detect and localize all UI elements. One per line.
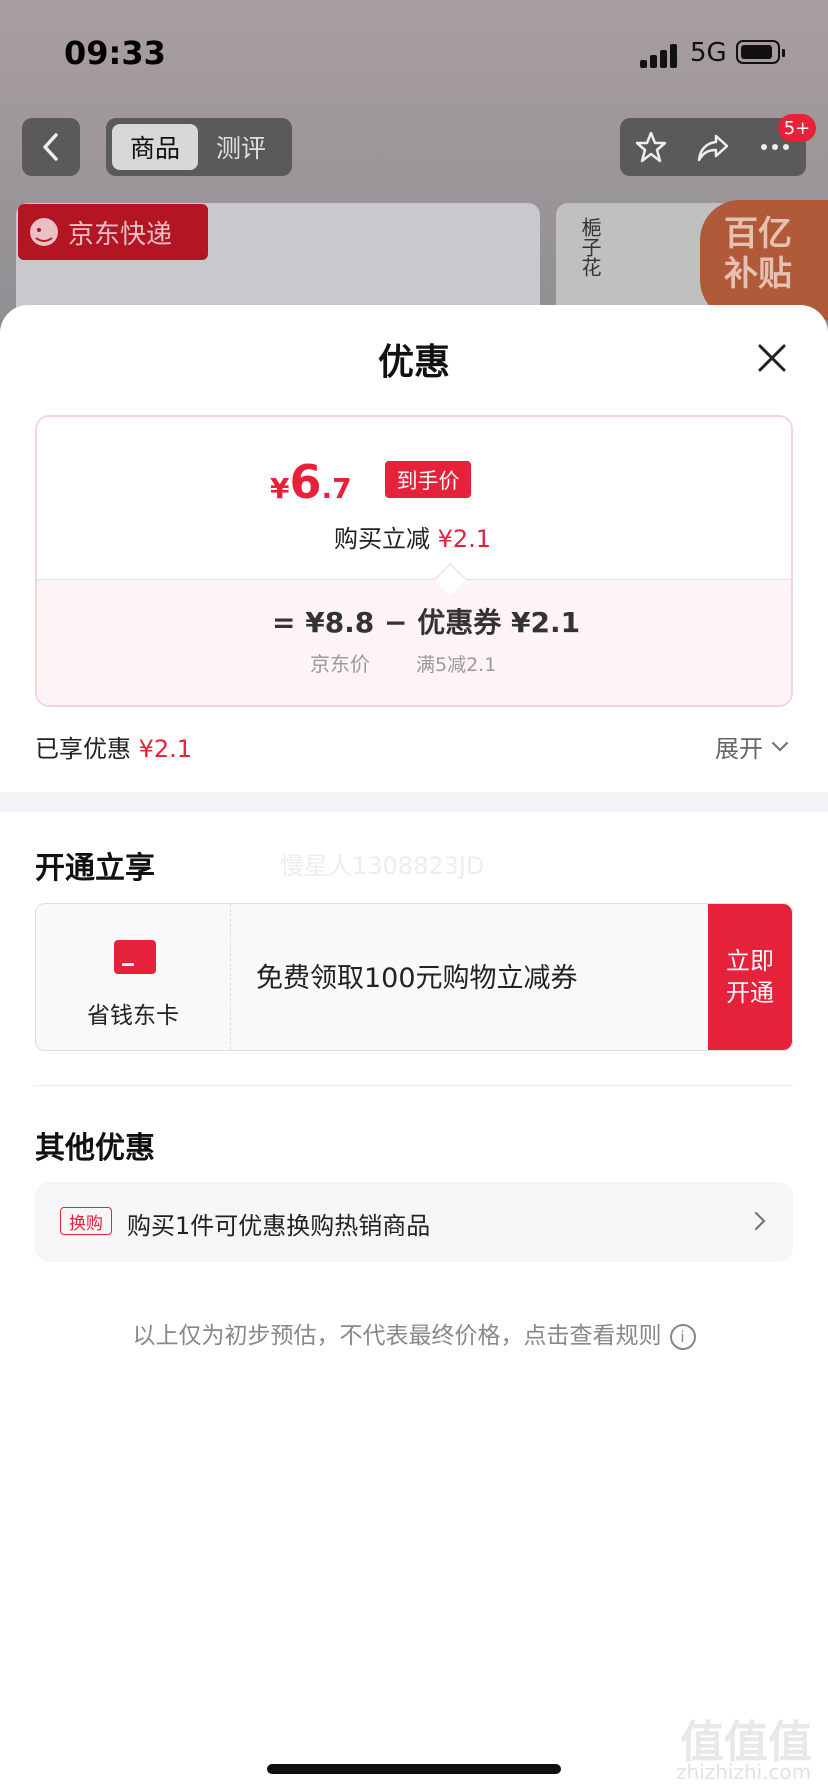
- coupon-rule: 满5减2.1: [416, 654, 497, 676]
- jd-express-label: 京东快递: [68, 219, 173, 250]
- open-now-line2: 开通: [726, 979, 774, 1007]
- tab-review[interactable]: 测评: [198, 124, 284, 170]
- star-icon[interactable]: [634, 130, 668, 164]
- expand-button[interactable]: 展开: [715, 729, 789, 764]
- site-watermark-url: zhizhizhi.com: [676, 1760, 812, 1784]
- jd-express-tag: 京东快递: [18, 204, 208, 260]
- section-divider: [0, 792, 828, 812]
- instant-reduce-label: 购买立减: [334, 525, 430, 553]
- back-icon: [43, 133, 58, 161]
- status-time: 09:33: [64, 34, 166, 72]
- instant-reduce-amount: ¥2.1: [437, 525, 492, 553]
- price-breakdown: [37, 579, 791, 705]
- final-price: ¥6.7: [270, 455, 352, 509]
- share-icon[interactable]: [696, 130, 730, 164]
- chevron-right-icon: [754, 1211, 766, 1231]
- enjoyed-discount: 已享优惠 ¥2.1: [35, 729, 192, 764]
- chevron-down-icon: [771, 741, 789, 752]
- card-icon: [114, 940, 156, 974]
- signal-icon: [640, 44, 680, 68]
- subsidy-line1: 百亿: [724, 214, 792, 254]
- final-price-tag: 到手价: [385, 461, 471, 498]
- network-label: 5G: [690, 38, 727, 68]
- jd-dog-icon: [30, 218, 58, 246]
- status-bar: 09:33 5G: [0, 0, 828, 100]
- back-button[interactable]: [22, 118, 80, 176]
- membership-name: 省钱东卡: [87, 1003, 179, 1029]
- membership-desc: 免费领取100元购物立减券: [256, 963, 578, 994]
- subsidy-line2: 补贴: [724, 254, 792, 294]
- other-section-title: 其他优惠: [35, 1131, 155, 1166]
- home-indicator: [267, 1764, 561, 1774]
- expand-label: 展开: [715, 735, 763, 763]
- price-integer: 6: [289, 455, 322, 509]
- exchange-offer-row[interactable]: 换购 购买1件可优惠换购热销商品: [35, 1182, 793, 1262]
- sheet-title: 优惠: [377, 342, 450, 383]
- enjoyed-label: 已享优惠: [35, 735, 131, 763]
- price-currency: ¥: [270, 472, 290, 505]
- exchange-tag: 换购: [60, 1207, 112, 1235]
- membership-card[interactable]: 省钱东卡 免费领取100元购物立减券 立即 开通: [35, 903, 793, 1051]
- instant-reduce: 购买立减 ¥2.1: [334, 519, 491, 554]
- membership-card-left: 省钱东卡: [36, 904, 231, 1050]
- price-decimal: .7: [321, 472, 352, 505]
- subsidy-tag: 百亿 补贴: [700, 200, 828, 320]
- open-now-button[interactable]: 立即 开通: [708, 904, 792, 1050]
- open-now-line1: 立即: [726, 947, 774, 975]
- user-watermark: 慢星人1308823JD: [280, 852, 485, 880]
- info-icon: i: [669, 1323, 696, 1350]
- enjoyed-amount: ¥2.1: [138, 735, 193, 763]
- divider-line: [35, 1085, 793, 1086]
- jd-price-label: 京东价: [310, 652, 370, 676]
- battery-icon: [736, 40, 785, 64]
- tab-product[interactable]: 商品: [112, 124, 198, 170]
- message-badge: 5+: [778, 114, 816, 142]
- price-formula: = ¥8.8 − 优惠券 ¥2.1: [272, 606, 581, 639]
- disclaimer-text: 以上仅为初步预估，不代表最终价格，点击查看规则: [132, 1323, 662, 1349]
- close-icon[interactable]: [752, 338, 792, 378]
- product-text: 梔子花: [578, 217, 602, 277]
- tab-switcher: 商品 测评: [106, 118, 292, 176]
- price-card: [35, 415, 793, 707]
- rules-link[interactable]: 以上仅为初步预估，不代表最终价格，点击查看规则 i: [0, 1316, 828, 1350]
- open-section-title: 开通立享: [35, 851, 155, 886]
- exchange-offer-text: 购买1件可优惠换购热销商品: [127, 1212, 431, 1240]
